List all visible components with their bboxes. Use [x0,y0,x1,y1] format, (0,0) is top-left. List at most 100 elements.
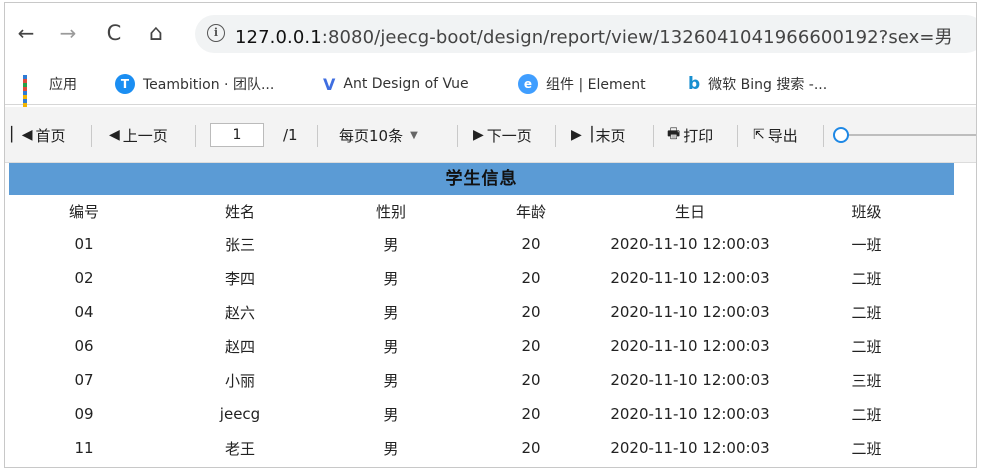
zoom-slider-track[interactable] [843,134,976,136]
home-icon: ⌂ [149,20,163,46]
report-toolbar: ▏◀ 首页 ◀ 上一页 1 /1 每页10条 ▼ ▶ 下一页 ▶▕ 末页 🖶 打… [5,107,976,163]
print-button[interactable]: 🖶 打印 [667,123,713,147]
element-icon: e [518,74,538,94]
first-page-icon: ▏◀ [11,127,33,143]
cell-name: 张三 [224,235,255,254]
page-number-input[interactable]: 1 [210,123,264,147]
cell-birthday: 2020-11-10 12:00:03 [610,269,770,287]
cell-name: jeecg [219,405,261,423]
teambition-icon: T [115,74,135,94]
cell-class: 二班 [851,337,882,356]
url-host: 127.0.0.1 [235,27,322,48]
cell-class: 二班 [851,269,882,288]
export-icon: ⇱ [753,127,765,143]
prev-page-label: 上一页 [122,126,168,145]
bookmark-bing[interactable]: b 微软 Bing 搜索 -... [688,73,827,95]
next-page-icon: ▶ [473,127,484,143]
forward-arrow-icon: → [59,21,77,45]
column-header: 姓名 [224,202,255,221]
apps-grid-icon [23,75,41,111]
page-size-label: 每页10条 [339,126,404,145]
back-arrow-icon: ← [17,21,35,45]
report-title: 学生信息 [9,163,954,195]
bookmark-label: 应用 [49,77,77,93]
info-icon[interactable]: i [207,24,225,42]
cell-class: 二班 [851,405,882,424]
cell-sex: 男 [383,439,399,458]
toolbar-divider [737,125,738,147]
toolbar-divider [195,125,196,147]
next-page-button[interactable]: ▶ 下一页 [473,123,532,147]
cell-id: 06 [74,337,94,355]
cell-sex: 男 [383,269,399,288]
back-button[interactable]: ← [13,20,39,46]
table-row: 06 赵四 男 20 2020-11-10 12:00:03 二班 [9,329,954,363]
cell-sex: 男 [383,235,399,254]
cell-id: 01 [74,235,94,253]
cell-class: 二班 [851,439,882,458]
cell-sex: 男 [383,405,399,424]
column-header: 编号 [68,202,99,221]
home-button[interactable]: ⌂ [143,20,169,46]
bing-icon: b [688,74,701,94]
first-page-label: 首页 [35,126,66,145]
bookmark-label: Teambition · 团队... [143,77,275,93]
cell-sex: 男 [383,303,399,322]
zoom-slider-handle[interactable] [833,127,849,143]
toolbar-divider [457,125,458,147]
cell-id: 02 [74,269,94,287]
toolbar-divider [317,125,318,147]
reload-icon: C [106,21,122,45]
table-header-row: 编号 姓名 性别 年龄 生日 班级 [9,195,954,227]
cell-age: 20 [521,303,541,321]
cell-class: 一班 [851,235,882,254]
next-page-label: 下一页 [486,126,532,145]
cell-name: 赵六 [224,303,255,322]
url-input[interactable]: i 127.0.0.1:8080/jeecg-boot/design/repor… [195,15,976,53]
cell-class: 二班 [851,303,882,322]
export-button[interactable]: ⇱ 导出 [753,123,798,147]
cell-id: 07 [74,371,94,389]
table-row: 09 jeecg 男 20 2020-11-10 12:00:03 二班 [9,397,954,431]
page-size-select[interactable]: 每页10条 ▼ [339,123,418,147]
cell-name: 老王 [224,439,255,458]
cell-age: 20 [521,337,541,355]
cell-sex: 男 [383,337,399,356]
toolbar-divider [653,125,654,147]
caret-down-icon: ▼ [410,129,418,141]
first-page-button[interactable]: ▏◀ 首页 [11,123,66,147]
last-page-button[interactable]: ▶▕ 末页 [571,123,626,147]
cell-birthday: 2020-11-10 12:00:03 [610,337,770,355]
cell-class: 三班 [851,371,882,390]
bookmark-teambition[interactable]: T Teambition · 团队... [115,73,274,95]
column-header: 生日 [674,202,705,221]
forward-button[interactable]: → [55,20,81,46]
table-row: 02 李四 男 20 2020-11-10 12:00:03 二班 [9,261,954,295]
browser-window: ← → C ⌂ i 127.0.0.1:8080/jeecg-boot/desi… [4,2,977,468]
toolbar-divider [91,125,92,147]
cell-birthday: 2020-11-10 12:00:03 [610,439,770,457]
cell-sex: 男 [383,371,399,390]
bookmark-label: 组件 | Element [546,77,646,93]
url-text: 127.0.0.1:8080/jeecg-boot/design/report/… [235,23,953,49]
url-path: :8080/jeecg-boot/design/report/view/1326… [321,27,953,48]
cell-name: 小丽 [224,371,255,390]
bookmarks-bar: 应用 T Teambition · 团队... V Ant Design of … [5,63,976,111]
bookmark-apps[interactable]: 应用 [23,73,77,111]
cell-birthday: 2020-11-10 12:00:03 [610,371,770,389]
table-row: 07 小丽 男 20 2020-11-10 12:00:03 三班 [9,363,954,397]
cell-name: 李四 [224,269,255,288]
bookmark-element[interactable]: e 组件 | Element [518,73,646,95]
toolbar-divider [823,125,824,147]
prev-page-icon: ◀ [109,127,120,143]
column-header: 年龄 [515,202,546,221]
cell-age: 20 [521,235,541,253]
ant-design-vue-icon: V [323,74,336,94]
toolbar-divider [555,125,556,147]
bookmark-ant-design-vue[interactable]: V Ant Design of Vue [323,73,469,95]
prev-page-button[interactable]: ◀ 上一页 [109,123,168,147]
address-bar-row: ← → C ⌂ i 127.0.0.1:8080/jeecg-boot/desi… [5,3,976,63]
cell-id: 11 [74,439,94,457]
bookmark-label: Ant Design of Vue [343,76,469,92]
reload-button[interactable]: C [101,20,127,46]
